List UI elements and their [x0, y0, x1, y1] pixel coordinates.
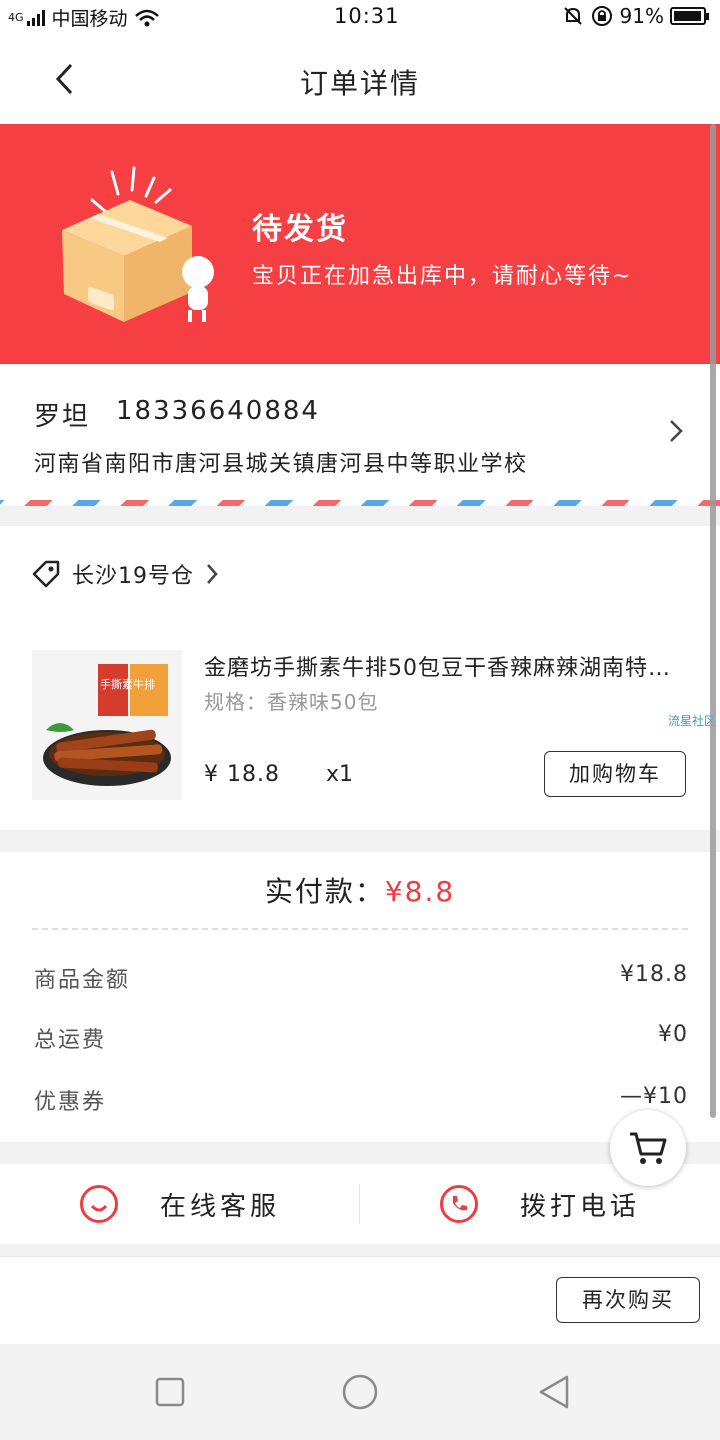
chevron-right-icon — [670, 420, 683, 442]
tag-icon — [32, 560, 60, 588]
call-label: 拨打电话 — [520, 1191, 641, 1222]
package-icon — [62, 166, 214, 322]
online-service-button[interactable]: 在线客服 — [80, 1164, 280, 1244]
order-status-banner: 待发货 宝贝正在加急出库中，请耐心等待~ — [0, 124, 720, 364]
watermark-text: 流星社区 — [668, 714, 717, 728]
coupon-label: 优惠券 — [34, 1090, 107, 1115]
goods-amount-label: 商品金额 — [34, 968, 131, 993]
scrollbar[interactable] — [710, 124, 716, 1118]
phone-icon — [440, 1185, 478, 1223]
carrier-name: 中国移动 — [51, 8, 128, 30]
recipient-address: 河南省南阳市唐河县城关镇唐河县中等职业学校 — [34, 452, 528, 477]
status-time: 10:31 — [334, 4, 400, 28]
signal-icon — [26, 9, 45, 26]
service-bar: 在线客服 拨打电话 — [0, 1164, 720, 1244]
service-divider — [359, 1184, 360, 1224]
nav-triangle-icon — [539, 1375, 569, 1409]
payment-summary: 实付款：¥8.8 商品金额 ¥18.8 总运费 ¥0 优惠券 —¥10 — [0, 852, 720, 1142]
bottom-action-bar: 再次购买 — [0, 1256, 720, 1345]
status-bar: 4G 中国移动 10:31 91% — [0, 0, 720, 36]
nav-square-icon — [155, 1377, 185, 1407]
back-nav-button[interactable] — [534, 1372, 574, 1412]
battery-percent: 91% — [619, 4, 664, 28]
rotation-lock-icon — [591, 6, 612, 26]
network-type: 4G — [8, 11, 24, 24]
product-image[interactable]: 手撕素牛排 — [32, 650, 182, 800]
product-quantity: x1 — [326, 762, 354, 787]
product-spec: 规格：香辣味50包 — [204, 690, 379, 714]
dashed-divider — [32, 928, 688, 930]
recent-apps-button[interactable] — [150, 1372, 190, 1412]
mute-bell-icon — [563, 7, 582, 25]
add-to-cart-button[interactable]: 加购物车 — [544, 751, 686, 797]
header: 订单详情 — [0, 36, 720, 124]
back-arrow-icon — [55, 63, 73, 95]
order-status-description: 宝贝正在加急出库中，请耐心等待~ — [252, 264, 633, 289]
product-image-label: 手撕素牛排 — [100, 677, 155, 691]
shipping-address-card[interactable]: 罗坦 18336640884 河南省南阳市唐河县城关镇唐河县中等职业学校 — [0, 364, 720, 506]
goods-amount-value: ¥18.8 — [620, 962, 688, 987]
call-button[interactable]: 拨打电话 — [440, 1164, 640, 1244]
floating-cart-button[interactable] — [610, 1110, 686, 1186]
nav-circle-icon — [342, 1374, 378, 1410]
recipient-phone: 18336640884 — [116, 396, 320, 426]
store-name: 长沙19号仓 — [72, 564, 194, 589]
paid-amount: 实付款：¥8.8 — [0, 870, 720, 910]
buy-again-button[interactable]: 再次购买 — [556, 1277, 700, 1323]
back-button[interactable] — [40, 54, 90, 104]
shipping-fee-label: 总运费 — [34, 1028, 107, 1053]
recipient-name: 罗坦 — [34, 402, 91, 432]
order-status-title: 待发货 — [252, 212, 348, 247]
paid-amount-label: 实付款： — [264, 875, 385, 908]
goods-card: 长沙19号仓 手撕素牛排 金磨坊手撕素牛排50包豆干香辣麻辣湖南特产零食 规格：… — [0, 526, 720, 830]
online-service-label: 在线客服 — [160, 1191, 281, 1222]
product-price: ¥ 18.8 — [204, 762, 280, 787]
paid-amount-value: ¥8.8 — [384, 875, 456, 908]
coupon-value: —¥10 — [620, 1084, 688, 1109]
product-title[interactable]: 金磨坊手撕素牛排50包豆干香辣麻辣湖南特产零食 — [204, 650, 674, 682]
store-row[interactable]: 长沙19号仓 — [30, 554, 220, 594]
battery-icon — [670, 7, 709, 25]
smile-icon — [80, 1185, 118, 1223]
status-right: 91% — [562, 4, 709, 28]
shipping-fee-value: ¥0 — [658, 1022, 688, 1047]
cart-icon — [630, 1132, 667, 1164]
wifi-icon — [134, 9, 159, 26]
airmail-border — [0, 500, 720, 506]
status-left: 4G 中国移动 — [8, 4, 160, 31]
chevron-right-icon — [207, 564, 218, 584]
system-nav-bar — [0, 1344, 720, 1440]
page-title: 订单详情 — [299, 67, 420, 100]
home-button[interactable] — [340, 1372, 380, 1412]
